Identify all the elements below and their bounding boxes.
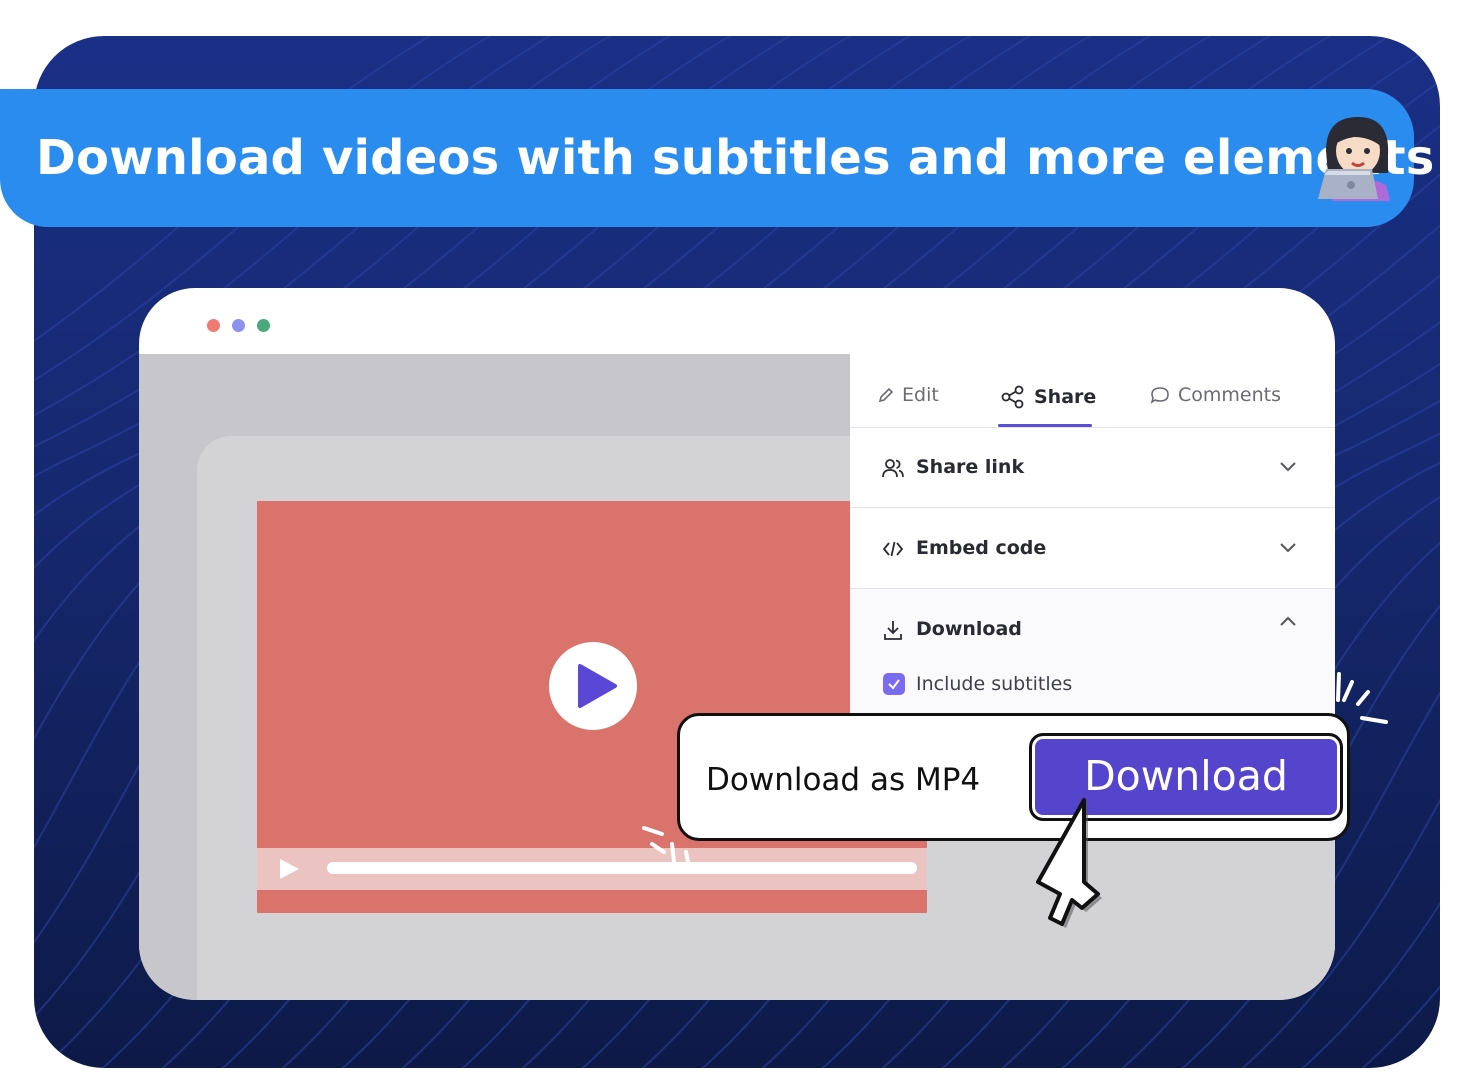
click-sparks-icon bbox=[1336, 672, 1388, 724]
share-panel: Edit Share Comments Share link Embed cod… bbox=[850, 354, 1335, 714]
panel-tabs: Edit Share Comments bbox=[850, 354, 1335, 428]
chevron-up-icon bbox=[1280, 616, 1296, 626]
minimize-dot[interactable] bbox=[232, 319, 245, 332]
chevron-down-icon bbox=[1280, 462, 1296, 472]
tab-comments-label: Comments bbox=[1178, 384, 1281, 406]
pencil-icon bbox=[878, 387, 894, 403]
title-banner: Download videos with subtitles and more … bbox=[0, 89, 1434, 227]
users-icon bbox=[882, 459, 904, 478]
tab-share[interactable]: Share bbox=[1000, 384, 1096, 410]
section-share-link[interactable]: Share link bbox=[850, 428, 1335, 508]
woman-technologist-emoji-icon bbox=[1318, 117, 1390, 201]
play-icon bbox=[578, 664, 617, 708]
download-format-label: Download as MP4 bbox=[706, 762, 981, 798]
section-share-link-label: Share link bbox=[916, 456, 1025, 478]
banner-title: Download videos with subtitles and more … bbox=[36, 130, 1435, 186]
section-download[interactable]: Download bbox=[850, 590, 1335, 670]
tab-comments[interactable]: Comments bbox=[1150, 384, 1281, 406]
checkmark-icon bbox=[888, 679, 900, 690]
section-embed-code[interactable]: Embed code bbox=[850, 509, 1335, 589]
include-subtitles-checkbox[interactable] bbox=[883, 673, 905, 695]
close-dot[interactable] bbox=[207, 319, 220, 332]
chevron-down-icon bbox=[1280, 543, 1296, 553]
code-icon bbox=[882, 541, 904, 557]
section-download-label: Download bbox=[916, 618, 1022, 640]
download-icon bbox=[884, 621, 902, 640]
pointer-cursor-icon bbox=[1036, 798, 1102, 928]
app-window: Edit Share Comments Share link Embed cod… bbox=[139, 288, 1335, 1000]
share-nodes-icon bbox=[1001, 385, 1024, 409]
tab-share-label: Share bbox=[1034, 386, 1097, 408]
section-embed-code-label: Embed code bbox=[916, 537, 1047, 559]
small-play-icon[interactable] bbox=[277, 857, 301, 881]
video-controls bbox=[257, 848, 927, 890]
window-controls bbox=[207, 319, 270, 332]
include-subtitles-label: Include subtitles bbox=[916, 673, 1073, 695]
tab-edit[interactable]: Edit bbox=[878, 384, 939, 406]
video-preview[interactable] bbox=[257, 501, 927, 913]
speech-bubble-icon bbox=[1150, 387, 1169, 404]
maximize-dot[interactable] bbox=[257, 319, 270, 332]
progress-bar[interactable] bbox=[327, 862, 917, 874]
download-popup: Download as MP4 Download bbox=[677, 713, 1350, 841]
active-tab-indicator bbox=[998, 424, 1092, 427]
tab-edit-label: Edit bbox=[902, 384, 939, 406]
play-button[interactable] bbox=[549, 642, 637, 730]
